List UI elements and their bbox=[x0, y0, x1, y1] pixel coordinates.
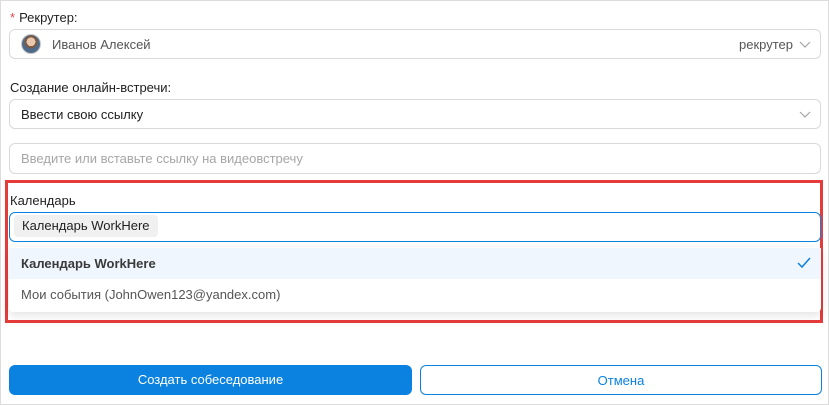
recruiter-label-text: Рекрутер: bbox=[19, 10, 78, 25]
meeting-label: Создание онлайн-встречи: bbox=[10, 80, 172, 95]
recruiter-label: * Рекрутер: bbox=[10, 10, 78, 25]
meeting-link-placeholder: Введите или вставьте ссылку на видеовстр… bbox=[21, 151, 303, 166]
chevron-down-icon bbox=[799, 41, 811, 48]
required-mark: * bbox=[10, 10, 16, 25]
calendar-selected-tag[interactable]: Календарь WorkHere bbox=[14, 215, 158, 237]
chevron-down-icon bbox=[799, 111, 811, 118]
calendar-option-my-events[interactable]: Мои события (JohnOwen123@yandex.com) bbox=[9, 279, 821, 310]
meeting-link-input[interactable]: Введите или вставьте ссылку на видеовстр… bbox=[9, 143, 821, 174]
calendar-option-label: Мои события (JohnOwen123@yandex.com) bbox=[21, 287, 281, 302]
calendar-option-workhere[interactable]: Календарь WorkHere bbox=[9, 248, 821, 279]
calendar-dropdown: Календарь WorkHere Мои события (JohnOwen… bbox=[9, 247, 821, 312]
meeting-selected-value: Ввести свою ссылку bbox=[21, 107, 144, 122]
calendar-option-label: Календарь WorkHere bbox=[21, 256, 156, 271]
create-interview-button[interactable]: Создать собеседование bbox=[9, 365, 412, 395]
meeting-select[interactable]: Ввести свою ссылку bbox=[9, 99, 821, 129]
recruiter-role: рекрутер bbox=[739, 37, 793, 52]
calendar-label: Календарь bbox=[10, 193, 76, 208]
cancel-button[interactable]: Отмена bbox=[420, 365, 822, 395]
avatar bbox=[21, 34, 41, 54]
recruiter-name: Иванов Алексей bbox=[52, 37, 151, 52]
check-icon bbox=[797, 257, 811, 269]
recruiter-select[interactable]: Иванов Алексей рекрутер bbox=[9, 29, 821, 59]
